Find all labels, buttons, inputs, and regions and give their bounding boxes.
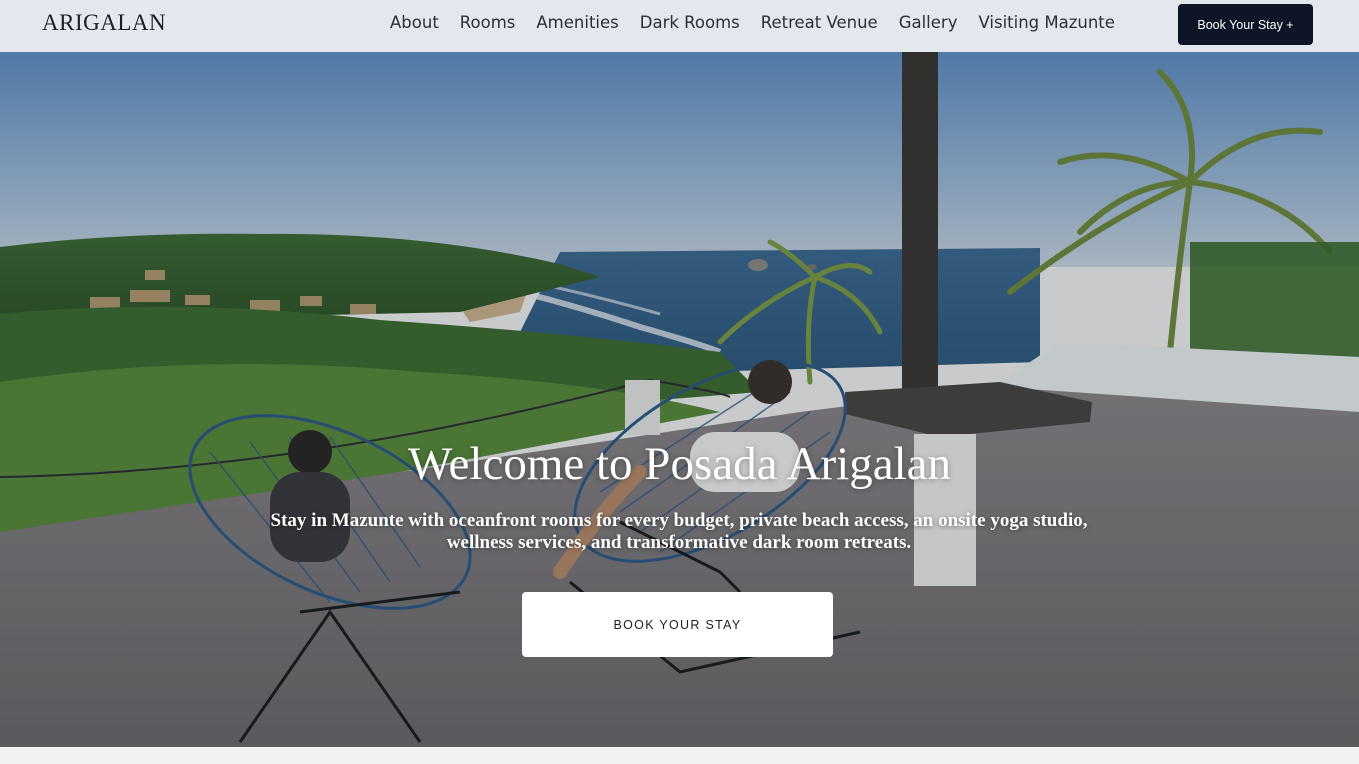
logo[interactable]: ARIGALAN [42, 10, 166, 36]
page: ARIGALAN About Rooms Amenities Dark Room… [0, 0, 1359, 764]
nav-item-retreat-venue[interactable]: Retreat Venue [761, 13, 878, 32]
nav-item-about[interactable]: About [390, 13, 439, 32]
hero-book-your-stay-button[interactable]: BOOK YOUR STAY [522, 592, 833, 657]
hero-section: Welcome to Posada Arigalan Stay in Mazun… [0, 52, 1359, 747]
nav-item-amenities[interactable]: Amenities [536, 13, 618, 32]
nav-item-dark-rooms[interactable]: Dark Rooms [640, 13, 740, 32]
nav-item-gallery[interactable]: Gallery [899, 13, 958, 32]
site-header: ARIGALAN About Rooms Amenities Dark Room… [0, 0, 1359, 52]
book-your-stay-button[interactable]: Book Your Stay + [1178, 4, 1313, 45]
main-nav: About Rooms Amenities Dark Rooms Retreat… [390, 13, 1136, 32]
nav-item-visiting-mazunte[interactable]: Visiting Mazunte [978, 13, 1114, 32]
hero-title: Welcome to Posada Arigalan [407, 438, 952, 490]
nav-item-rooms[interactable]: Rooms [460, 13, 516, 32]
hero-subtitle: Stay in Mazunte with oceanfront rooms fo… [270, 510, 1088, 553]
next-section-edge [0, 747, 1359, 764]
